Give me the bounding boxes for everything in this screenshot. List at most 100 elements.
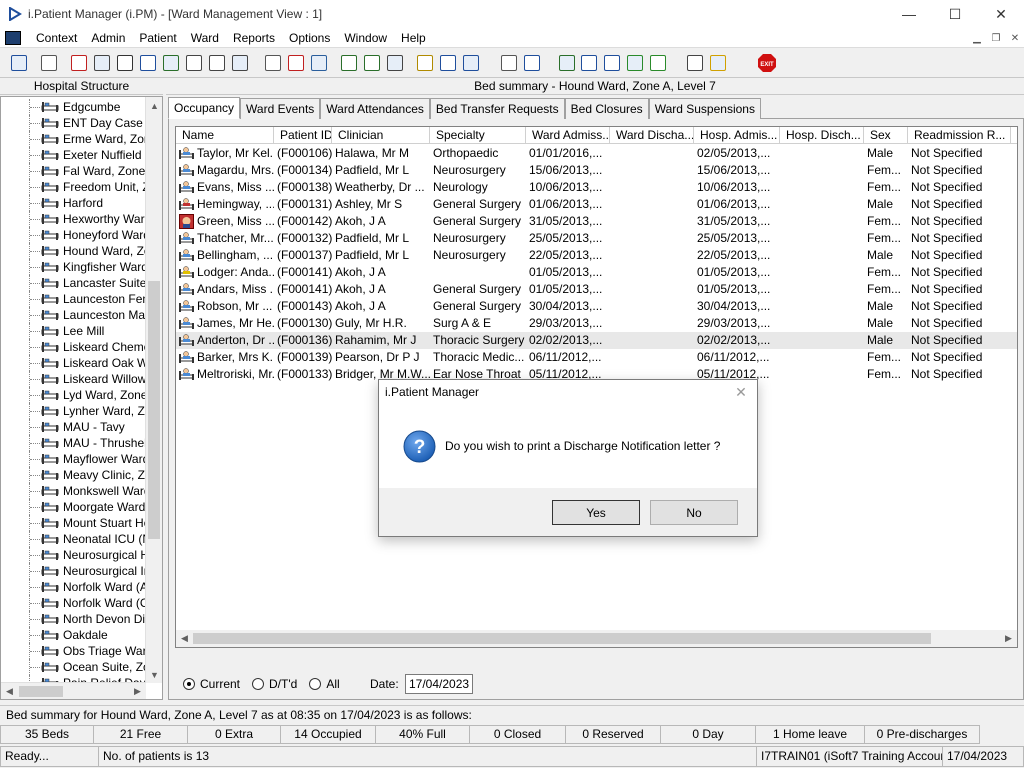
radio-current[interactable]: Current xyxy=(183,677,240,691)
scroll-left-icon[interactable]: ◀ xyxy=(1,683,18,699)
scroll-right-icon[interactable]: ▶ xyxy=(129,683,146,699)
table-row[interactable]: Green, Miss ... (F000142) Akoh, J A General… xyxy=(176,213,1017,230)
tree-item[interactable]: Norfolk Ward (Co xyxy=(1,595,146,611)
tab-ward-attendances[interactable]: Ward Attendances xyxy=(320,98,430,119)
table-row[interactable]: Barker, Mrs K... (F000139) Pearson, Dr P J… xyxy=(176,349,1017,366)
toolbar-button-7[interactable] xyxy=(160,52,182,74)
toolbar-button-19[interactable] xyxy=(460,52,482,74)
tree-item[interactable]: Kingfisher Ward xyxy=(1,259,146,275)
toolbar-button-4[interactable] xyxy=(91,52,113,74)
yes-button[interactable]: Yes xyxy=(552,500,640,525)
column-header[interactable]: Ward Discha... xyxy=(610,127,694,144)
toolbar-button-6[interactable] xyxy=(137,52,159,74)
menu-reports[interactable]: Reports xyxy=(226,31,282,45)
radio-selected-icon[interactable] xyxy=(183,678,195,690)
tree-item[interactable]: Meavy Clinic, Zor xyxy=(1,467,146,483)
table-row[interactable]: Lodger: Anda... (F000141) Akoh, J A 01/05/2… xyxy=(176,264,1017,281)
tab-bed-closures[interactable]: Bed Closures xyxy=(564,98,649,119)
column-header[interactable]: Me xyxy=(1011,127,1017,144)
toolbar-button-8[interactable] xyxy=(183,52,205,74)
toolbar-button-24[interactable] xyxy=(601,52,623,74)
tab-ward-events[interactable]: Ward Events xyxy=(240,98,321,119)
table-row[interactable]: James, Mr He... (F000130) Guly, Mr H.R. Sur… xyxy=(176,315,1017,332)
toolbar-button-5[interactable] xyxy=(114,52,136,74)
tab-occupancy[interactable]: Occupancy xyxy=(168,97,241,119)
scroll-left-icon[interactable]: ◀ xyxy=(176,630,193,647)
column-header[interactable]: Readmission R... xyxy=(908,127,1011,144)
tree-item[interactable]: Liskeard Oak Wa xyxy=(1,355,146,371)
table-row[interactable]: Evans, Miss ... (F000138) Weatherby, Dr ..… xyxy=(176,179,1017,196)
toolbar-button-26[interactable] xyxy=(647,52,669,74)
tree-item[interactable]: Launceston Fema xyxy=(1,291,146,307)
column-header[interactable]: Sex xyxy=(864,127,908,144)
tree-item[interactable]: North Devon Dist xyxy=(1,611,146,627)
toolbar-button-10[interactable] xyxy=(229,52,251,74)
toolbar-button-11[interactable] xyxy=(262,52,284,74)
maximize-button[interactable]: ☐ xyxy=(932,0,978,28)
menu-ward[interactable]: Ward xyxy=(184,31,226,45)
toolbar-button-18[interactable] xyxy=(437,52,459,74)
mdi-child-icon[interactable] xyxy=(5,30,21,45)
mdi-minimize-icon[interactable]: ▁ xyxy=(968,30,986,46)
mdi-close-icon[interactable]: ✕ xyxy=(1006,30,1024,46)
tree-item[interactable]: Freedom Unit, Zo xyxy=(1,179,146,195)
radio-all[interactable]: All xyxy=(309,677,340,691)
column-header[interactable]: Hosp. Disch... xyxy=(780,127,864,144)
tree-item[interactable]: ENT Day Case U xyxy=(1,115,146,131)
scroll-up-icon[interactable]: ▲ xyxy=(146,97,162,114)
tree-item[interactable]: Edgcumbe xyxy=(1,99,146,115)
tree-item[interactable]: Launceston Male xyxy=(1,307,146,323)
radio-icon[interactable] xyxy=(309,678,322,690)
tree-item[interactable]: Neurosurgical Hig xyxy=(1,547,146,563)
hospital-structure-tree[interactable]: Edgcumbe ENT Day Case U Erme Ward, Zone Exe… xyxy=(0,96,163,700)
no-button[interactable]: No xyxy=(650,500,738,525)
table-row[interactable]: Taylor, Mr Kel... (F000106) Halawa, Mr M Or… xyxy=(176,145,1017,162)
grid-horizontal-scrollbar[interactable]: ◀ ▶ xyxy=(176,630,1017,647)
scroll-thumb[interactable] xyxy=(148,281,160,539)
toolbar-button-23[interactable] xyxy=(578,52,600,74)
column-header[interactable]: Name xyxy=(176,127,274,144)
toolbar-button-27[interactable] xyxy=(684,52,706,74)
tree-vertical-scrollbar[interactable]: ▲ ▼ xyxy=(145,97,162,683)
tree-item[interactable]: Hound Ward, Zon xyxy=(1,243,146,259)
table-row[interactable]: Magardu, Mrs... (F000134) Padfield, Mr L Ne… xyxy=(176,162,1017,179)
toolbar-button-2[interactable] xyxy=(38,52,60,74)
tree-item[interactable]: Oakdale xyxy=(1,627,146,643)
toolbar-button-14[interactable] xyxy=(338,52,360,74)
scroll-down-icon[interactable]: ▼ xyxy=(146,666,162,683)
radio-icon[interactable] xyxy=(252,678,265,690)
dialog-close-icon[interactable]: ✕ xyxy=(731,382,751,402)
close-button[interactable]: ✕ xyxy=(978,0,1024,28)
mdi-restore-icon[interactable]: ❐ xyxy=(987,30,1005,46)
table-row[interactable]: Andars, Miss ... (F000141) Akoh, J A Genera… xyxy=(176,281,1017,298)
exit-button[interactable]: EXIT xyxy=(756,52,778,74)
tree-item[interactable]: Monkswell Ward, xyxy=(1,483,146,499)
tree-item[interactable]: Obs Triage Ward xyxy=(1,643,146,659)
menu-patient[interactable]: Patient xyxy=(132,31,183,45)
menu-context[interactable]: Context xyxy=(29,31,84,45)
column-header[interactable]: Hosp. Admis... xyxy=(694,127,780,144)
menu-admin[interactable]: Admin xyxy=(84,31,132,45)
column-header[interactable]: Ward Admiss... xyxy=(526,127,610,144)
tree-item[interactable]: Lee Mill xyxy=(1,323,146,339)
tree-item[interactable]: MAU - Thrushel xyxy=(1,435,146,451)
toolbar-button-17[interactable] xyxy=(414,52,436,74)
tree-item[interactable]: Mount Stuart Hos xyxy=(1,515,146,531)
toolbar-button-21[interactable] xyxy=(521,52,543,74)
tree-item[interactable]: Liskeard Chemo D xyxy=(1,339,146,355)
menu-options[interactable]: Options xyxy=(282,31,337,45)
tree-horizontal-scrollbar[interactable]: ◀ ▶ xyxy=(1,682,146,699)
date-input[interactable]: 17/04/2023 xyxy=(405,674,473,694)
table-row[interactable]: Bellingham, ... (F000137) Padfield, Mr L Ne… xyxy=(176,247,1017,264)
toolbar-button-13[interactable] xyxy=(308,52,330,74)
column-header[interactable]: Patient ID xyxy=(274,127,332,144)
column-header[interactable]: Clinician xyxy=(332,127,430,144)
tree-item[interactable]: Neurosurgical Inte xyxy=(1,563,146,579)
toolbar-button-12[interactable] xyxy=(285,52,307,74)
table-row[interactable]: Thatcher, Mr... (F000132) Padfield, Mr L Ne… xyxy=(176,230,1017,247)
toolbar-button-16[interactable] xyxy=(384,52,406,74)
menu-help[interactable]: Help xyxy=(394,31,433,45)
toolbar-button-25[interactable] xyxy=(624,52,646,74)
minimize-button[interactable]: — xyxy=(886,0,932,28)
menu-window[interactable]: Window xyxy=(337,31,394,45)
